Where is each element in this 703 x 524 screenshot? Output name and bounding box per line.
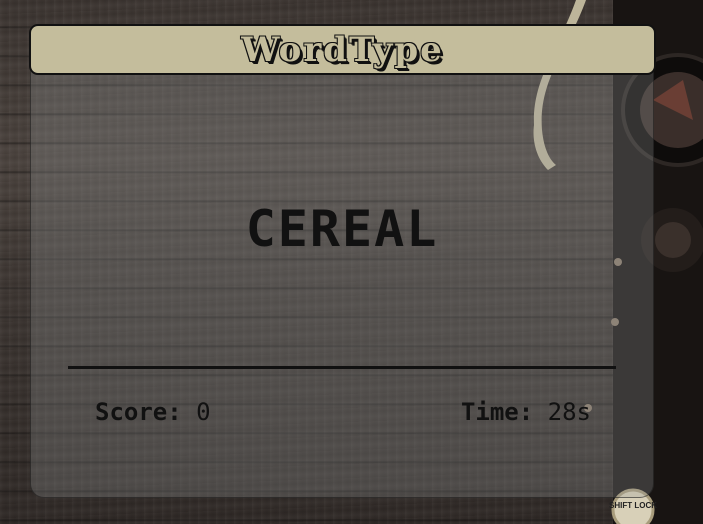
time-display: Time: 28s	[461, 398, 591, 426]
shift-lock-key-label: SHIFT LOCK	[609, 501, 657, 510]
score-label: Score:	[95, 398, 182, 426]
time-value: 28s	[547, 398, 591, 426]
score-value: 0	[196, 398, 211, 426]
game-panel	[30, 40, 654, 498]
time-label: Time:	[460, 398, 534, 426]
score-display: Score: 0	[95, 398, 211, 426]
app-title: WordType	[241, 29, 444, 70]
divider-line	[68, 366, 616, 369]
current-word: CEREAL	[245, 200, 439, 258]
title-bar: WordType	[29, 24, 656, 75]
